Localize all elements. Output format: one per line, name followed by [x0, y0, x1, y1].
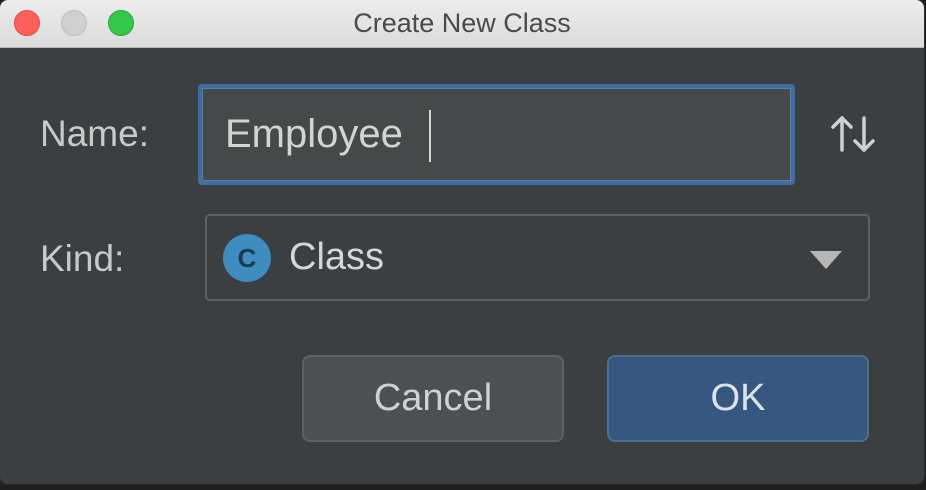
name-label: Name:	[40, 113, 149, 154]
kind-selected-value: Class	[289, 236, 385, 278]
sort-arrows-icon[interactable]	[828, 112, 878, 156]
ok-button[interactable]: OK	[607, 355, 869, 442]
window-title: Create New Class	[353, 8, 571, 38]
kind-label: Kind:	[40, 238, 125, 279]
class-icon: C	[223, 234, 271, 282]
chevron-down-icon	[810, 251, 842, 269]
cancel-button[interactable]: Cancel	[302, 355, 564, 442]
text-caret	[429, 110, 431, 162]
title-bar: Create New Class	[0, 0, 924, 48]
kind-dropdown[interactable]: C Class	[205, 214, 870, 301]
create-new-class-dialog: Create New Class Name: Kind: C Class Can…	[0, 0, 924, 484]
name-input[interactable]	[198, 84, 795, 185]
